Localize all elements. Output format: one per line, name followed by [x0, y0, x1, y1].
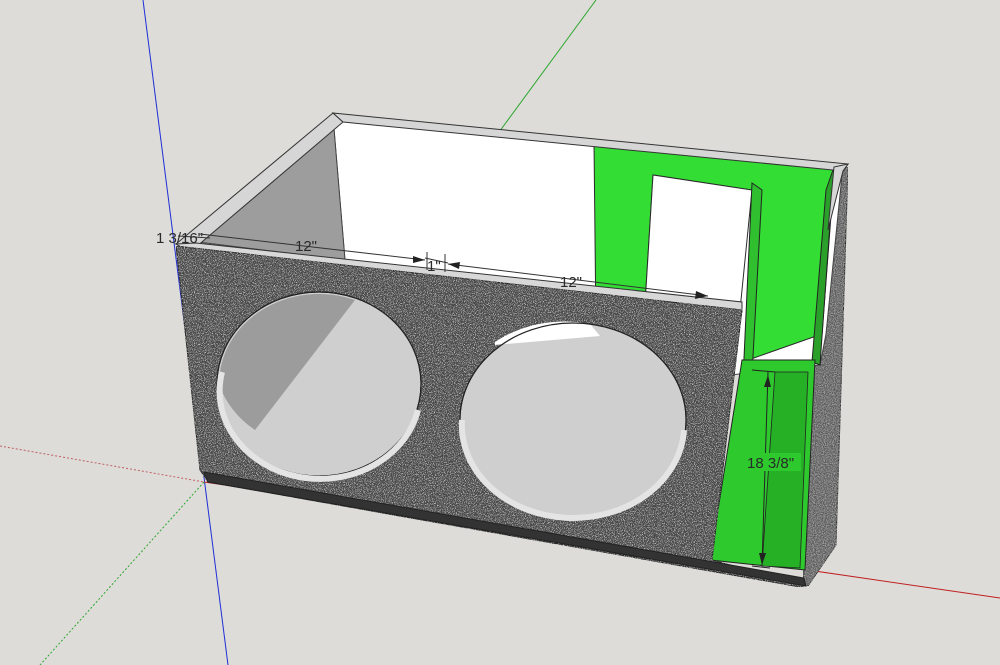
dim-left-chamber: 12"	[295, 238, 317, 255]
speaker-enclosure[interactable]	[174, 112, 850, 588]
green-axis-dotted	[39, 481, 205, 665]
dim-right-chamber: 12"	[560, 274, 582, 291]
dim-port-height: 18 3/8"	[747, 455, 794, 472]
model-canvas[interactable]: 1 3/16" 12" 1" 12" 18 3/8"	[0, 0, 1000, 665]
right-speaker-hole[interactable]	[458, 321, 687, 521]
dim-divider-gap: 1"	[427, 258, 441, 275]
dim-panel-thickness: 1 3/16"	[156, 230, 203, 247]
left-speaker-hole[interactable]	[216, 291, 422, 482]
3d-viewport[interactable]: 1 3/16" 12" 1" 12" 18 3/8"	[0, 0, 1000, 665]
red-axis-dotted	[0, 445, 205, 483]
